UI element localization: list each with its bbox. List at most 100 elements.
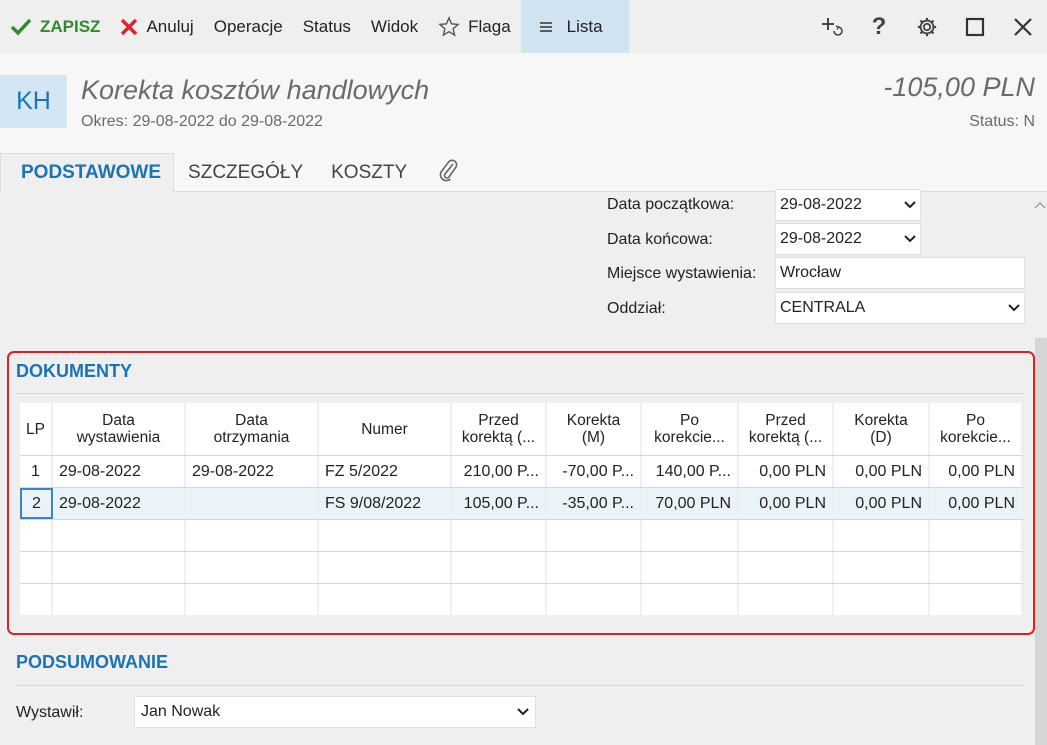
column-header-number[interactable]: Numer xyxy=(319,403,452,455)
empty-cell[interactable] xyxy=(53,584,186,615)
table-row-selected[interactable]: 2 29-08-2022 FS 9/08/2022 105,00 P... -3… xyxy=(20,487,1023,519)
column-header-before-correction-m[interactable]: Przed korektą (... xyxy=(452,403,547,455)
column-header-before-correction-d[interactable]: Przed korektą (... xyxy=(739,403,834,455)
help-icon[interactable]: ? xyxy=(855,0,903,53)
column-header-lp[interactable]: LP xyxy=(20,403,53,455)
close-icon[interactable] xyxy=(999,0,1047,53)
branch-select[interactable]: CENTRALA xyxy=(775,292,1025,324)
empty-cell[interactable] xyxy=(53,520,186,551)
cell-number[interactable]: FS 9/08/2022 xyxy=(319,488,452,519)
column-header-correction-d[interactable]: Korekta (D) xyxy=(834,403,930,455)
chevron-down-icon xyxy=(1008,304,1020,312)
cell-receipt-date[interactable] xyxy=(186,488,319,519)
cell-before-correction-m[interactable]: 105,00 P... xyxy=(452,488,547,519)
status-menu[interactable]: Status xyxy=(293,0,361,53)
end-date-value: 29-08-2022 xyxy=(780,230,862,247)
flag-button[interactable]: Flaga xyxy=(428,0,521,53)
save-label: ZAPISZ xyxy=(40,16,101,36)
empty-cell[interactable] xyxy=(642,520,739,551)
scroll-up-icon[interactable] xyxy=(1034,197,1046,215)
tab-attachments[interactable] xyxy=(421,153,475,192)
cell-before-correction-m[interactable]: 210,00 P... xyxy=(452,456,547,487)
cell-issue-date[interactable]: 29-08-2022 xyxy=(53,488,186,519)
empty-cell[interactable] xyxy=(319,552,452,583)
gear-icon[interactable] xyxy=(903,0,951,53)
empty-cell[interactable] xyxy=(930,552,1023,583)
view-menu[interactable]: Widok xyxy=(361,0,428,53)
cell-correction-d[interactable]: 0,00 PLN xyxy=(834,456,930,487)
tab-basic[interactable]: PODSTAWOWE xyxy=(0,153,175,193)
scrollbar-thumb[interactable] xyxy=(1035,338,1047,745)
cell-correction-m[interactable]: -70,00 P... xyxy=(547,456,642,487)
table-row-empty[interactable] xyxy=(20,519,1023,551)
cell-after-correction-d[interactable]: 0,00 PLN xyxy=(930,456,1023,487)
empty-cell[interactable] xyxy=(739,584,834,615)
empty-cell[interactable] xyxy=(20,552,53,583)
maximize-icon[interactable] xyxy=(951,0,999,53)
empty-cell[interactable] xyxy=(319,584,452,615)
cell-before-correction-d[interactable]: 0,00 PLN xyxy=(739,488,834,519)
empty-cell[interactable] xyxy=(319,520,452,551)
start-date-field[interactable]: 29-08-2022 xyxy=(775,189,921,221)
empty-cell[interactable] xyxy=(53,552,186,583)
issued-by-label: Wystawił: xyxy=(16,704,84,721)
empty-cell[interactable] xyxy=(452,552,547,583)
empty-cell[interactable] xyxy=(186,584,319,615)
empty-cell[interactable] xyxy=(834,520,930,551)
table-row-empty[interactable] xyxy=(20,583,1023,615)
empty-cell[interactable] xyxy=(930,584,1023,615)
column-header-after-correction-d[interactable]: Po korekcie... xyxy=(930,403,1023,455)
issued-by-select[interactable]: Jan Nowak xyxy=(134,696,536,728)
cell-correction-m[interactable]: -35,00 P... xyxy=(547,488,642,519)
cell-before-correction-d[interactable]: 0,00 PLN xyxy=(739,456,834,487)
column-header-label: korekcie... xyxy=(940,429,1011,446)
chevron-down-icon xyxy=(904,201,916,209)
empty-cell[interactable] xyxy=(547,520,642,551)
empty-cell[interactable] xyxy=(547,584,642,615)
empty-cell[interactable] xyxy=(452,584,547,615)
table-row[interactable]: 1 29-08-2022 29-08-2022 FZ 5/2022 210,00… xyxy=(20,455,1023,487)
empty-cell[interactable] xyxy=(739,520,834,551)
document-title: Korekta kosztów handlowych xyxy=(81,75,430,105)
column-header-receipt-date[interactable]: Data otrzymania xyxy=(186,403,319,455)
empty-cell[interactable] xyxy=(547,552,642,583)
cell-receipt-date[interactable]: 29-08-2022 xyxy=(186,456,319,487)
start-date-value: 29-08-2022 xyxy=(780,196,862,213)
cell-lp[interactable]: 2 xyxy=(20,488,53,519)
column-header-correction-m[interactable]: Korekta (M) xyxy=(547,403,642,455)
cell-number[interactable]: FZ 5/2022 xyxy=(319,456,452,487)
empty-cell[interactable] xyxy=(452,520,547,551)
column-header-after-correction-m[interactable]: Po korekcie... xyxy=(642,403,739,455)
save-button[interactable]: ZAPISZ xyxy=(0,0,110,53)
documents-divider xyxy=(16,393,1024,394)
empty-cell[interactable] xyxy=(834,552,930,583)
cell-after-correction-m[interactable]: 140,00 P... xyxy=(642,456,739,487)
end-date-label: Data końcowa: xyxy=(607,231,713,248)
table-row-empty[interactable] xyxy=(20,551,1023,583)
document-status: Status: N xyxy=(969,113,1035,130)
empty-cell[interactable] xyxy=(642,552,739,583)
cancel-button[interactable]: Anuluj xyxy=(110,0,203,53)
cell-lp[interactable]: 1 xyxy=(20,456,53,487)
end-date-field[interactable]: 29-08-2022 xyxy=(775,223,921,255)
cell-after-correction-m[interactable]: 70,00 PLN xyxy=(642,488,739,519)
tab-costs[interactable]: KOSZTY xyxy=(317,153,421,192)
list-button[interactable]: Lista xyxy=(520,0,629,53)
cell-correction-d[interactable]: 0,00 PLN xyxy=(834,488,930,519)
empty-cell[interactable] xyxy=(20,584,53,615)
empty-cell[interactable] xyxy=(834,584,930,615)
cell-after-correction-d[interactable]: 0,00 PLN xyxy=(930,488,1023,519)
empty-cell[interactable] xyxy=(642,584,739,615)
column-header-label: Korekta xyxy=(566,412,621,429)
empty-cell[interactable] xyxy=(20,520,53,551)
add-refresh-icon[interactable] xyxy=(807,0,855,53)
place-field[interactable]: Wrocław xyxy=(775,257,1025,289)
column-header-issue-date[interactable]: Data wystawienia xyxy=(53,403,186,455)
cell-issue-date[interactable]: 29-08-2022 xyxy=(53,456,186,487)
operations-menu[interactable]: Operacje xyxy=(204,0,293,53)
tab-details[interactable]: SZCZEGÓŁY xyxy=(174,153,317,192)
empty-cell[interactable] xyxy=(186,520,319,551)
empty-cell[interactable] xyxy=(739,552,834,583)
empty-cell[interactable] xyxy=(186,552,319,583)
empty-cell[interactable] xyxy=(930,520,1023,551)
